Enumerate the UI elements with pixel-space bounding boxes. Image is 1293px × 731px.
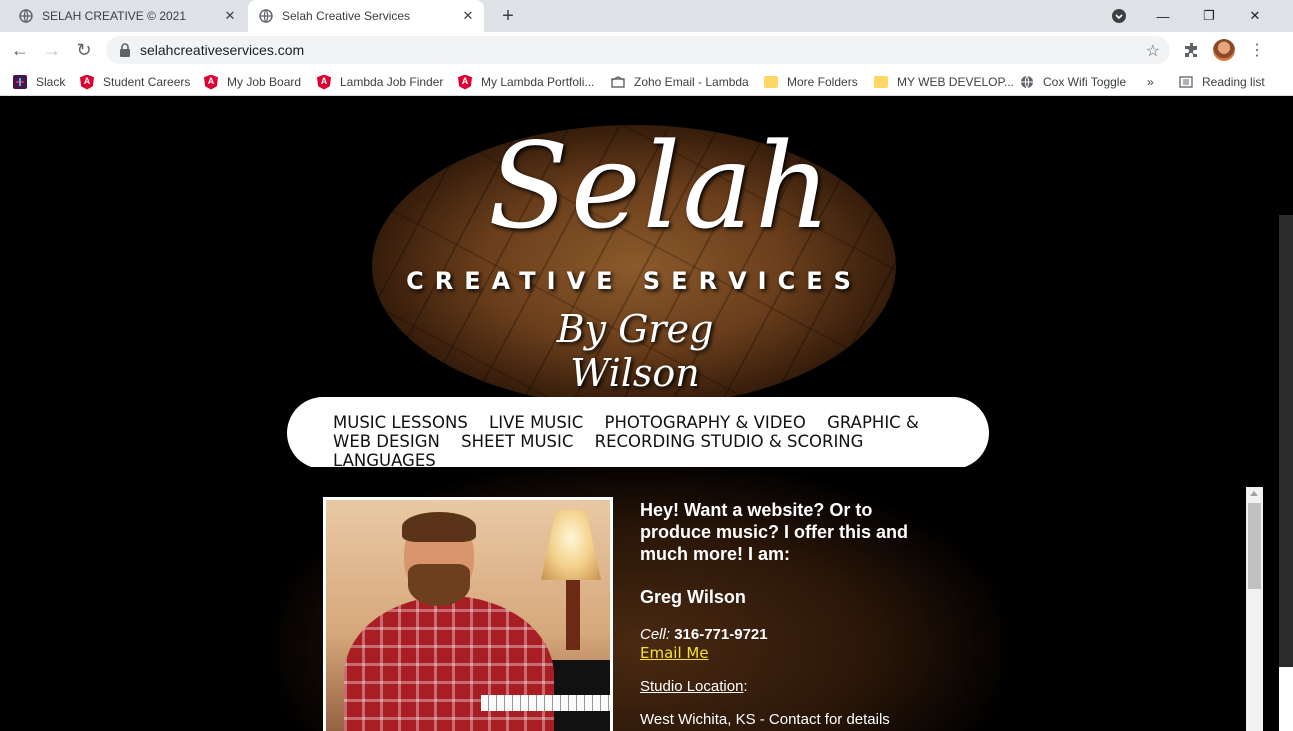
angular-icon — [316, 74, 332, 90]
angular-icon — [457, 74, 473, 90]
tab-selah-creative[interactable]: SELAH CREATIVE © 2021 ✕ — [8, 0, 246, 32]
studio-label: Studio Location — [640, 678, 744, 695]
profile-photo — [323, 497, 613, 731]
overflow-chevron-icon: » — [1147, 75, 1154, 89]
bookmark-web-develop[interactable]: MY WEB DEVELOP... — [873, 74, 1014, 90]
reading-list-button[interactable]: Reading list — [1178, 74, 1265, 90]
bookmark-label: My Lambda Portfoli... — [481, 75, 595, 89]
bookmark-label: More Folders — [787, 75, 858, 89]
url-text: selahcreativeservices.com — [140, 42, 305, 58]
bookmark-slack[interactable]: Slack — [12, 74, 65, 90]
studio-location: West Wichita, KS - Contact for details — [640, 711, 890, 728]
close-tab-icon[interactable]: ✕ — [460, 8, 476, 24]
back-icon[interactable]: ← — [8, 38, 32, 62]
lock-icon — [119, 43, 131, 57]
tab-title: SELAH CREATIVE © 2021 — [42, 9, 187, 23]
person-name: Greg Wilson — [640, 587, 746, 607]
globe-icon — [18, 8, 34, 24]
web-page: Selah CREATIVE SERVICES By Greg Wilson M… — [0, 97, 1293, 731]
nav-recording-studio[interactable]: RECORDING STUDIO & SCORING — [595, 432, 864, 451]
logo-byline: By Greg Wilson — [556, 307, 714, 395]
minimize-button[interactable]: — — [1140, 0, 1186, 32]
mail-icon — [610, 74, 626, 90]
info-panel: Hey! Want a website? Or to produce music… — [620, 487, 1263, 731]
nav-sheet-music[interactable]: SHEET MUSIC — [461, 432, 573, 451]
close-window-button[interactable]: ✕ — [1232, 0, 1278, 32]
bookmarks-bar: Slack Student Careers My Job Board Lambd… — [0, 68, 1293, 96]
cell-label: Cell — [640, 626, 666, 643]
scroll-thumb[interactable] — [1248, 503, 1261, 589]
address-bar[interactable]: selahcreativeservices.com ☆ — [106, 36, 1170, 64]
slack-icon — [12, 74, 28, 90]
main-nav: MUSIC LESSONS LIVE MUSIC PHOTOGRAPHY & V… — [287, 397, 989, 470]
nav-photography-video[interactable]: PHOTOGRAPHY & VIDEO — [605, 413, 806, 432]
bookmark-label: My Job Board — [227, 75, 302, 89]
tab-title: Selah Creative Services — [282, 9, 411, 23]
browser-toolbar: ← → ↻ selahcreativeservices.com ☆ ⋮ — [0, 32, 1293, 68]
forward-icon[interactable]: → — [40, 38, 64, 62]
reading-list-icon — [1178, 74, 1194, 90]
reload-icon[interactable]: ↻ — [72, 38, 96, 62]
reading-list-label: Reading list — [1202, 75, 1265, 89]
bookmark-lambda-job-finder[interactable]: Lambda Job Finder — [316, 74, 443, 90]
nav-live-music[interactable]: LIVE MUSIC — [489, 413, 583, 432]
bookmark-label: Slack — [36, 75, 66, 89]
globe-icon — [1019, 74, 1035, 90]
bookmark-label: Student Careers — [103, 75, 191, 89]
logo-subtitle: CREATIVE SERVICES — [406, 267, 862, 295]
bookmark-star-icon[interactable]: ☆ — [1146, 41, 1160, 61]
page-scrollbar-thumb[interactable] — [1279, 667, 1293, 731]
tab-search-icon[interactable] — [1096, 0, 1142, 32]
extensions-icon[interactable] — [1180, 38, 1204, 62]
studio-line: Studio Location: — [640, 678, 748, 695]
bookmark-more-folders[interactable]: More Folders — [763, 74, 858, 90]
angular-icon — [79, 74, 95, 90]
menu-kebab-icon[interactable]: ⋮ — [1245, 38, 1269, 62]
angular-icon — [203, 74, 219, 90]
logo-title: Selah — [488, 117, 833, 255]
globe-icon — [258, 8, 274, 24]
profile-avatar[interactable] — [1212, 38, 1236, 62]
nav-music-lessons[interactable]: MUSIC LESSONS — [333, 413, 468, 432]
bookmark-student-careers[interactable]: Student Careers — [79, 74, 190, 90]
bookmark-label: MY WEB DEVELOP... — [897, 75, 1014, 89]
info-scrollbar[interactable] — [1246, 487, 1263, 731]
bookmarks-overflow-button[interactable]: » — [1147, 74, 1154, 90]
bookmark-label: Cox Wifi Toggle — [1043, 75, 1127, 89]
cell-number: 316-771-9721 — [674, 626, 768, 643]
tab-strip: SELAH CREATIVE © 2021 ✕ Selah Creative S… — [0, 0, 1293, 32]
bookmark-cox-wifi[interactable]: Cox Wifi Toggle — [1019, 74, 1126, 90]
folder-icon — [763, 74, 779, 90]
page-scrollbar-track[interactable] — [1279, 215, 1293, 667]
cell-line: Cell: 316-771-9721 — [640, 626, 768, 643]
folder-icon — [873, 74, 889, 90]
close-tab-icon[interactable]: ✕ — [222, 8, 238, 24]
headline: Hey! Want a website? Or to produce music… — [640, 500, 909, 564]
scroll-up-icon[interactable] — [1250, 491, 1258, 496]
intro-section: Hey! Want a website? Or to produce music… — [280, 467, 1263, 731]
email-link[interactable]: Email Me — [640, 644, 940, 662]
bookmark-label: Lambda Job Finder — [340, 75, 444, 89]
bookmark-label: Zoho Email - Lambda — [634, 75, 749, 89]
bookmark-zoho-email[interactable]: Zoho Email - Lambda — [610, 74, 749, 90]
bookmark-lambda-portfolio[interactable]: My Lambda Portfoli... — [457, 74, 594, 90]
restore-button[interactable]: ❐ — [1186, 0, 1232, 32]
tab-selah-creative-services[interactable]: Selah Creative Services ✕ — [248, 0, 484, 32]
bookmark-my-job-board[interactable]: My Job Board — [203, 74, 301, 90]
new-tab-button[interactable]: + — [496, 4, 520, 28]
